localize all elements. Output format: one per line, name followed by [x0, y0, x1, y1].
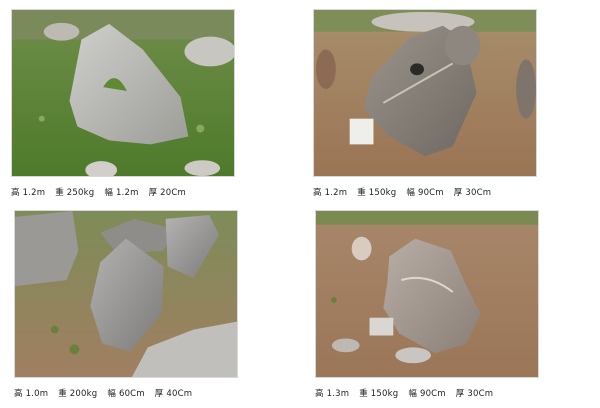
- width-label: 幅 1.2m: [104, 188, 139, 198]
- weight-label: 重 150kg: [359, 389, 399, 399]
- weight-label: 重 200kg: [58, 389, 98, 399]
- stone-specs-2: 高 1.2m 重 150kg 幅 90Cm 厚 30Cm: [313, 186, 537, 198]
- height-label: 高 1.0m: [14, 389, 49, 399]
- weight-label: 重 150kg: [357, 188, 397, 198]
- width-label: 幅 60Cm: [107, 389, 145, 399]
- stone-card-4: 高 1.3m 重 150kg 幅 90Cm 厚 30Cm: [315, 210, 539, 399]
- stone-specs-1: 高 1.2m 重 250kg 幅 1.2m 厚 20Cm: [11, 186, 235, 198]
- thickness-label: 厚 30Cm: [455, 389, 494, 399]
- stone-card-3: 高 1.0m 重 200kg 幅 60Cm 厚 40Cm: [14, 210, 238, 399]
- stone-card-2: 高 1.2m 重 150kg 幅 90Cm 厚 30Cm: [313, 9, 537, 198]
- stone-photo-3: [14, 210, 238, 378]
- stone-photo-1: [11, 9, 235, 177]
- stone-specs-4: 高 1.3m 重 150kg 幅 90Cm 厚 30Cm: [315, 387, 539, 399]
- stone-specs-3: 高 1.0m 重 200kg 幅 60Cm 厚 40Cm: [14, 387, 238, 399]
- width-label: 幅 90Cm: [406, 188, 444, 198]
- thickness-label: 厚 40Cm: [154, 389, 193, 399]
- weight-label: 重 250kg: [55, 188, 95, 198]
- height-label: 高 1.2m: [313, 188, 348, 198]
- stone-photo-2: [313, 9, 537, 177]
- thickness-label: 厚 30Cm: [453, 188, 492, 198]
- thickness-label: 厚 20Cm: [148, 188, 186, 198]
- height-label: 高 1.3m: [315, 389, 350, 399]
- height-label: 高 1.2m: [11, 188, 46, 198]
- stone-card-1: 高 1.2m 重 250kg 幅 1.2m 厚 20Cm: [11, 9, 235, 198]
- stone-photo-4: [315, 210, 539, 378]
- width-label: 幅 90Cm: [408, 389, 446, 399]
